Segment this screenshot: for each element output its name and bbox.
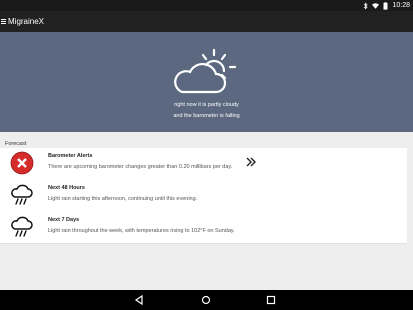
list-item-next-48-hours[interactable]: Next 48 Hours Light rain starting this a… [0, 180, 407, 212]
menu-icon[interactable] [1, 19, 6, 24]
forecast-section-label: Forecast [5, 141, 27, 147]
list-item-next-7-days[interactable]: Next 7 Days Light rain throughout the we… [0, 212, 407, 244]
forecast-card: Barometer Alerts There are upcoming baro… [0, 148, 407, 244]
home-icon[interactable] [201, 295, 211, 305]
status-time: 10:28 [392, 2, 410, 9]
status-bar: 10:28 [0, 0, 413, 11]
navigation-bar [0, 290, 413, 310]
double-chevron-right-icon[interactable] [246, 157, 256, 167]
rain-cloud-icon [11, 216, 33, 237]
app-title: MigraineX [8, 17, 45, 26]
list-item-title: Barometer Alerts [48, 153, 93, 159]
list-item-title: Next 48 Hours [48, 185, 85, 191]
alert-x-icon [10, 151, 34, 175]
bluetooth-icon [364, 1, 369, 10]
conditions-text: right now it is partly cloudy [174, 102, 239, 108]
list-item-barometer-alerts[interactable]: Barometer Alerts There are upcoming baro… [0, 148, 407, 180]
battery-icon [383, 1, 388, 10]
back-icon[interactable] [134, 295, 144, 305]
list-item-description: Light rain starting this afternoon, cont… [48, 196, 198, 202]
rain-cloud-icon [11, 184, 33, 205]
list-item-description: Light rain throughout the week, with tem… [48, 228, 235, 234]
list-item-description: There are upcoming barometer changes gre… [48, 164, 233, 170]
barometer-text: and the barometer is falling [173, 113, 240, 119]
partly-cloudy-icon [174, 48, 237, 94]
status-icons: 10:28 [362, 1, 410, 10]
wifi-icon [372, 2, 380, 9]
list-item-title: Next 7 Days [48, 217, 80, 223]
app-bar: MigraineX [0, 11, 413, 32]
current-conditions-panel: right now it is partly cloudy and the ba… [0, 32, 413, 132]
recents-icon[interactable] [266, 295, 276, 305]
